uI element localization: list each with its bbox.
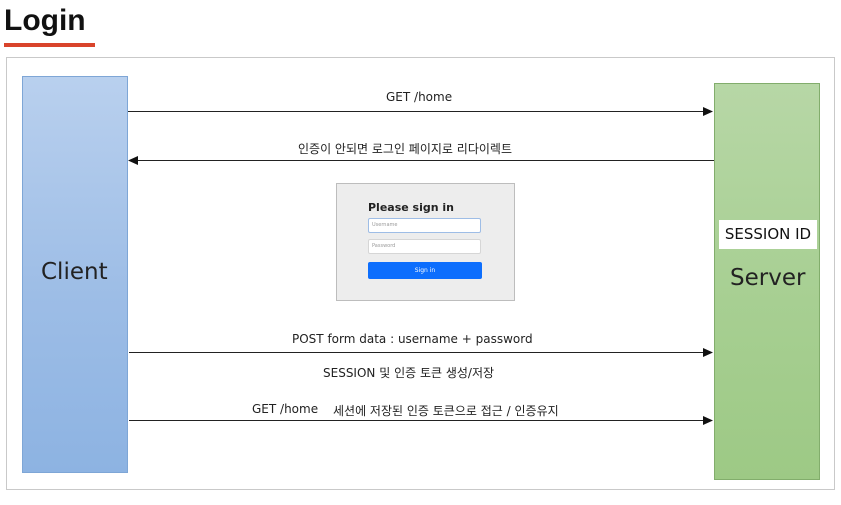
message-session-store: SESSION 및 인증 토큰 생성/저장 <box>323 366 495 380</box>
arrow-post-form <box>129 348 713 357</box>
arrow-get-home <box>128 107 713 116</box>
message-get-home: GET /home <box>386 90 453 104</box>
message-redirect: 인증이 안되면 로그인 페이지로 리다이렉트 <box>298 142 512 156</box>
message-session-access: 세션에 저장된 인증 토큰으로 접근 / 인증유지 <box>333 404 559 418</box>
message-get-home-2: GET /home <box>252 402 319 416</box>
sign-in-button: Sign in <box>368 262 482 279</box>
login-heading: Please sign in <box>368 201 455 214</box>
username-field: Username <box>368 218 481 233</box>
arrow-redirect <box>128 156 714 165</box>
login-page-preview: Please sign in Username Password Sign in <box>336 183 515 301</box>
message-post-form: POST form data : username + password <box>292 332 533 346</box>
password-field: Password <box>368 239 481 254</box>
